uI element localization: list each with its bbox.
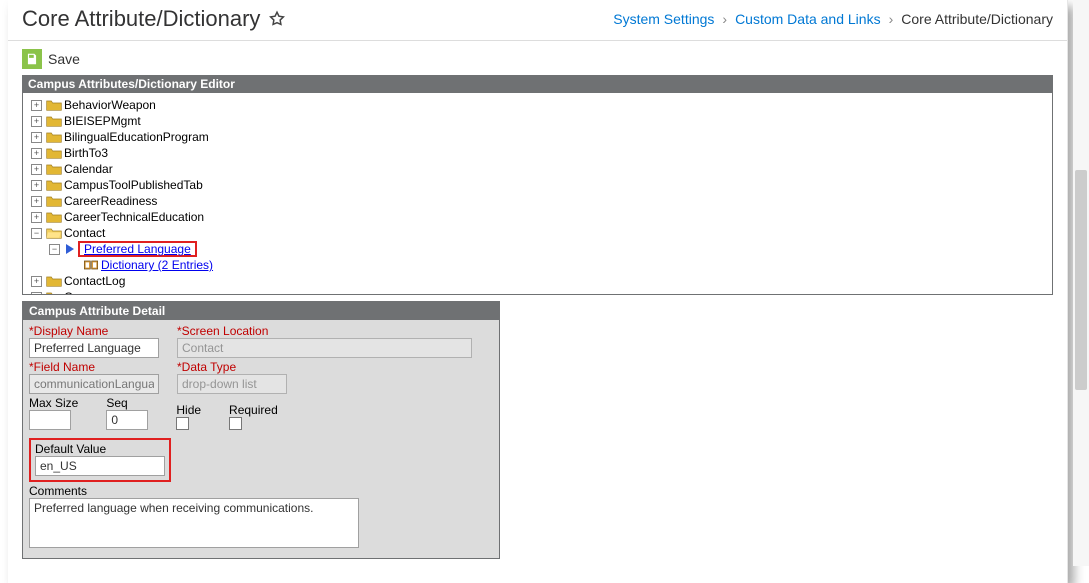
folder-icon	[46, 98, 62, 112]
field-name-input	[29, 374, 159, 394]
arrow-right-icon	[64, 243, 76, 255]
page-title: Core Attribute/Dictionary	[22, 6, 260, 32]
tree-node[interactable]: + BirthTo3	[31, 145, 1052, 161]
expand-icon[interactable]: +	[31, 212, 42, 223]
folder-icon	[46, 290, 62, 295]
breadcrumb-custom-data[interactable]: Custom Data and Links	[735, 11, 881, 27]
tree-node-label: CareerReadiness	[64, 194, 157, 208]
breadcrumb: System Settings › Custom Data and Links …	[613, 11, 1053, 27]
label-comments: Comments	[29, 484, 493, 498]
default-value-input[interactable]	[35, 456, 165, 476]
label-screen-location: *Screen Location	[177, 324, 472, 338]
label-max-size: Max Size	[29, 396, 78, 410]
tree-node[interactable]: + BIEISEPMgmt	[31, 113, 1052, 129]
save-button[interactable]: Save	[22, 49, 80, 69]
default-value-highlight: Default Value	[29, 438, 171, 482]
label-data-type: *Data Type	[177, 360, 287, 374]
tree-node-dictionary[interactable]: Dictionary (2 Entries)	[31, 257, 1052, 273]
label-field-name: *Field Name	[29, 360, 159, 374]
attribute-tree[interactable]: + BehaviorWeapon + BIEISEPMgmt + Bilingu…	[22, 93, 1053, 295]
required-checkbox[interactable]	[229, 417, 242, 430]
tree-node-preferred-language[interactable]: − Preferred Language	[31, 241, 1052, 257]
chevron-right-icon: ›	[722, 11, 727, 27]
tree-node-label: BirthTo3	[64, 146, 108, 160]
tree-node-label: ContactLog	[64, 274, 125, 288]
folder-icon	[46, 162, 62, 176]
data-type-select[interactable]: drop-down list	[177, 374, 287, 394]
label-seq: Seq	[106, 396, 148, 410]
floppy-disk-icon	[22, 49, 42, 69]
comments-textarea[interactable]	[29, 498, 359, 548]
tree-node-label: CampusToolPublishedTab	[64, 178, 203, 192]
tree-node[interactable]: + ContactLog	[31, 273, 1052, 289]
folder-icon	[46, 210, 62, 224]
tree-node-label-selected[interactable]: Preferred Language	[84, 242, 191, 256]
tree-node[interactable]: + BilingualEducationProgram	[31, 129, 1052, 145]
tree-node-label: BilingualEducationProgram	[64, 130, 209, 144]
expand-icon[interactable]: +	[31, 180, 42, 191]
tree-node[interactable]: + Calendar	[31, 161, 1052, 177]
label-default-value: Default Value	[35, 442, 165, 456]
expand-icon[interactable]: +	[31, 148, 42, 159]
expand-icon[interactable]: +	[31, 132, 42, 143]
tree-node-label: BehaviorWeapon	[64, 98, 156, 112]
label-display-name: *Display Name	[29, 324, 159, 338]
expand-icon[interactable]: +	[31, 100, 42, 111]
expand-icon[interactable]: +	[31, 196, 42, 207]
screen-location-select[interactable]: Contact	[177, 338, 472, 358]
folder-icon	[46, 178, 62, 192]
max-size-input[interactable]	[29, 410, 71, 430]
folder-icon	[46, 274, 62, 288]
tree-node[interactable]: + CampusToolPublishedTab	[31, 177, 1052, 193]
expand-icon[interactable]: +	[31, 292, 42, 296]
breadcrumb-current: Core Attribute/Dictionary	[901, 11, 1053, 27]
tree-node-label: Calendar	[64, 162, 113, 176]
tree-node-contact[interactable]: − Contact	[31, 225, 1052, 241]
breadcrumb-system-settings[interactable]: System Settings	[613, 11, 714, 27]
tree-node[interactable]: + CareerTechnicalEducation	[31, 209, 1052, 225]
folder-open-icon	[46, 226, 62, 240]
folder-icon	[46, 194, 62, 208]
collapse-icon[interactable]: −	[31, 228, 42, 239]
detail-section-header: Campus Attribute Detail	[23, 302, 499, 320]
tree-node[interactable]: + CareerReadiness	[31, 193, 1052, 209]
expand-icon[interactable]: +	[31, 116, 42, 127]
tree-node[interactable]: + Course	[31, 289, 1052, 295]
collapse-icon[interactable]: −	[49, 244, 60, 255]
scrollbar-thumb[interactable]	[1075, 170, 1087, 390]
expand-icon[interactable]: +	[31, 164, 42, 175]
folder-icon	[46, 130, 62, 144]
book-icon	[83, 259, 99, 271]
folder-icon	[46, 114, 62, 128]
folder-icon	[46, 146, 62, 160]
label-required: Required	[229, 403, 278, 417]
tree-node-label: CareerTechnicalEducation	[64, 210, 204, 224]
hide-checkbox[interactable]	[176, 417, 189, 430]
highlight-box: Preferred Language	[78, 241, 197, 257]
tree-node-label[interactable]: Dictionary (2 Entries)	[101, 258, 213, 272]
chevron-right-icon: ›	[889, 11, 894, 27]
seq-input[interactable]	[106, 410, 148, 430]
page-scrollbar[interactable]	[1073, 0, 1089, 566]
display-name-input[interactable]	[29, 338, 159, 358]
tree-node-label: Contact	[64, 226, 105, 240]
tree-node-label: BIEISEPMgmt	[64, 114, 141, 128]
tree-node[interactable]: + BehaviorWeapon	[31, 97, 1052, 113]
favorite-star-icon[interactable]	[268, 10, 286, 28]
editor-section-header: Campus Attributes/Dictionary Editor	[22, 75, 1053, 93]
save-button-label: Save	[48, 51, 80, 67]
expand-icon[interactable]: +	[31, 276, 42, 287]
tree-node-label: Course	[64, 290, 103, 295]
label-hide: Hide	[176, 403, 201, 417]
